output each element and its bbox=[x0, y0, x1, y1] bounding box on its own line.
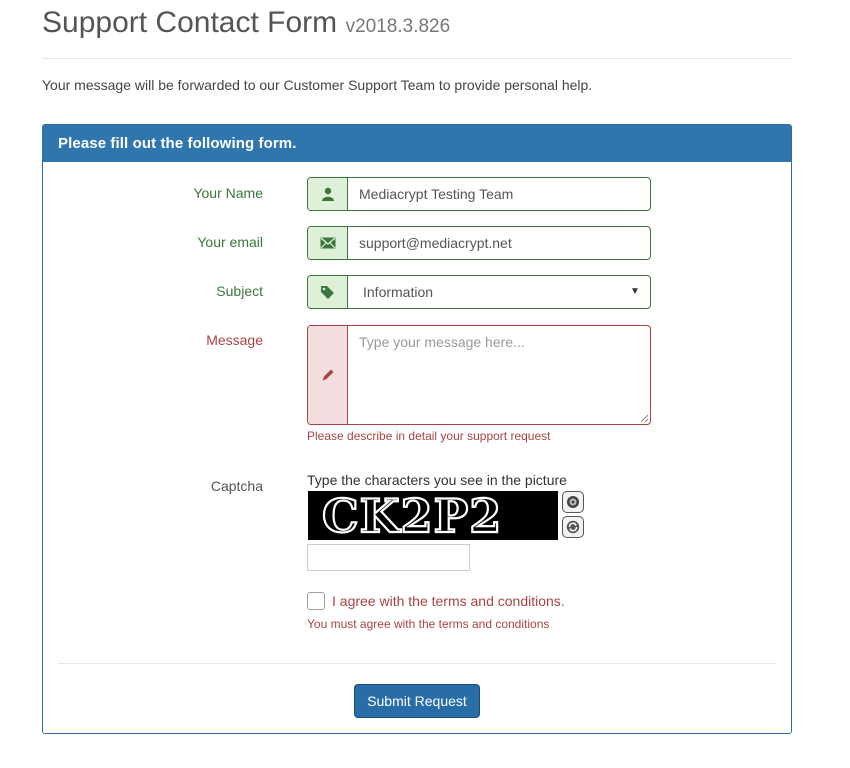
captcha-text: CK2P2 bbox=[322, 491, 502, 540]
message-label: Message bbox=[206, 332, 263, 348]
pencil-icon bbox=[308, 326, 348, 424]
subject-value[interactable]: Information bbox=[348, 276, 630, 308]
refresh-icon[interactable] bbox=[562, 516, 584, 538]
audio-icon[interactable] bbox=[562, 491, 584, 513]
panel-heading: Please fill out the following form. bbox=[43, 125, 791, 162]
captcha-label: Captcha bbox=[210, 478, 263, 494]
captcha-image: CK2P2 bbox=[308, 488, 558, 544]
submit-button[interactable]: Submit Request bbox=[354, 684, 480, 718]
page-header: Support Contact Form v2018.3.826 bbox=[42, 6, 792, 46]
name-input[interactable]: Mediacrypt Testing Team bbox=[348, 178, 650, 210]
version-label: v2018.3.826 bbox=[345, 16, 451, 37]
footer-divider bbox=[58, 663, 776, 664]
email-input[interactable]: support@mediacrypt.net bbox=[348, 227, 650, 259]
page-title: Support Contact Form bbox=[42, 6, 338, 39]
terms-error: You must agree with the terms and condit… bbox=[307, 617, 550, 631]
name-field[interactable]: Mediacrypt Testing Team bbox=[307, 177, 651, 211]
email-label: Your email bbox=[197, 234, 263, 250]
message-field[interactable]: Type your message here... bbox=[307, 325, 651, 425]
resize-handle-icon[interactable] bbox=[640, 414, 649, 423]
email-field[interactable]: support@mediacrypt.net bbox=[307, 226, 651, 260]
envelope-icon bbox=[308, 227, 348, 259]
tag-icon bbox=[308, 276, 348, 308]
chevron-down-icon[interactable]: ▼ bbox=[630, 276, 650, 308]
captcha-input[interactable] bbox=[307, 544, 470, 571]
terms-label[interactable]: I agree with the terms and conditions. bbox=[332, 593, 565, 609]
user-icon bbox=[308, 178, 348, 210]
captcha-hint: Type the characters you see in the pictu… bbox=[307, 472, 567, 488]
message-error: Please describe in detail your support r… bbox=[307, 429, 551, 443]
form-panel: Please fill out the following form. Your… bbox=[42, 124, 792, 734]
subject-label: Subject bbox=[216, 283, 263, 299]
name-label: Your Name bbox=[193, 185, 263, 201]
subject-select[interactable]: Information ▼ bbox=[307, 275, 651, 309]
message-textarea[interactable]: Type your message here... bbox=[348, 326, 650, 424]
header-divider bbox=[42, 58, 792, 59]
page: Support Contact Form v2018.3.826 Your me… bbox=[42, 0, 792, 734]
terms-checkbox[interactable] bbox=[307, 592, 325, 610]
intro-text: Your message will be forwarded to our Cu… bbox=[42, 77, 593, 93]
